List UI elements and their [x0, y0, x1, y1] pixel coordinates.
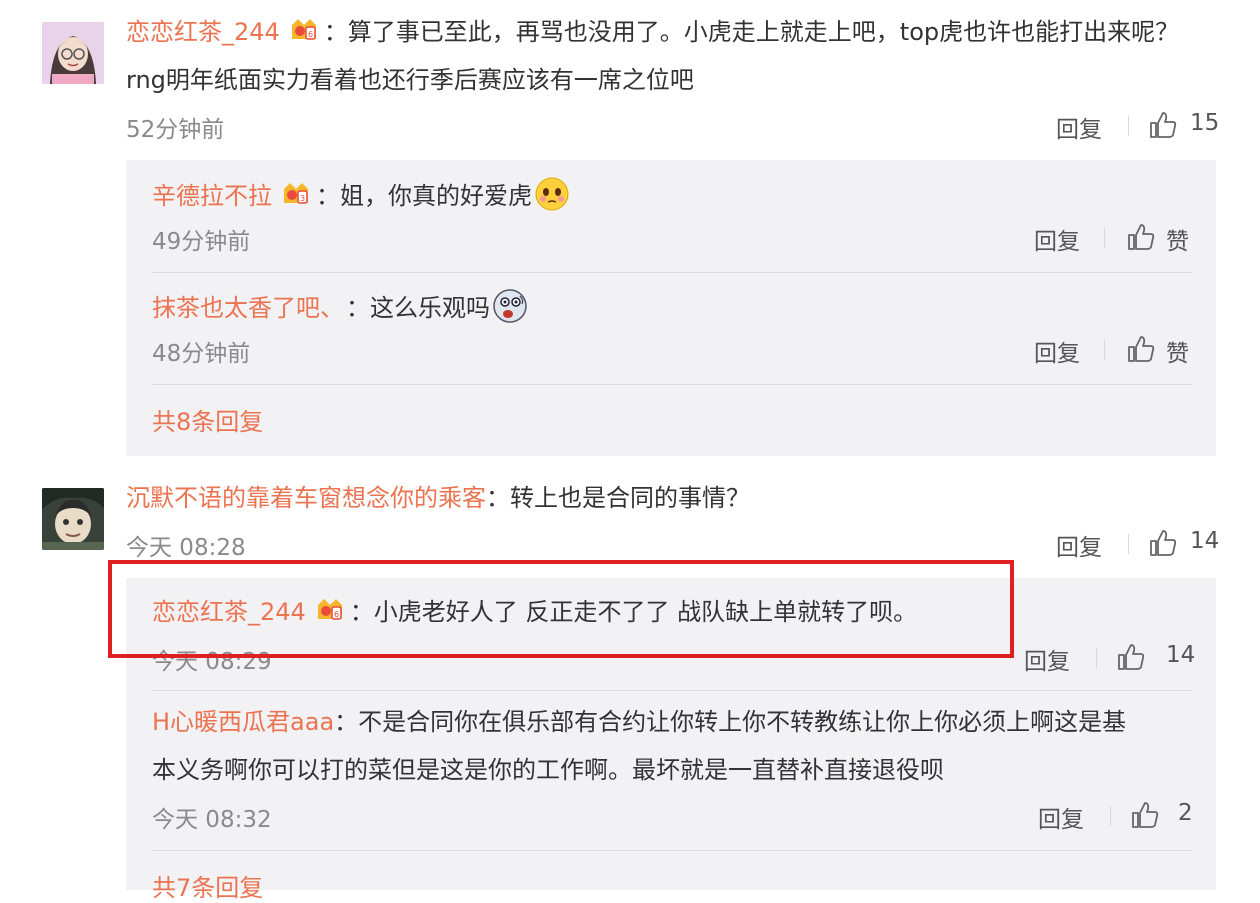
reply-timestamp: 48分钟前 [152, 341, 251, 367]
highlight-annotation [108, 560, 1014, 658]
username-link[interactable]: 恋恋红茶_244 [126, 18, 280, 46]
username-link[interactable]: 抹茶也太香了吧、 [152, 294, 332, 322]
reply-text: ：不是合同你在俱乐部有合约让你转上你不转教练让你上你必须上啊这是基 [334, 708, 1127, 736]
username-link[interactable]: 辛德拉不拉 [152, 182, 272, 210]
reply-line: H心暖西瓜君aaa：不是合同你在俱乐部有合约让你转上你不转教练让你上你必须上啊这… [152, 706, 1126, 738]
reply-text: ：姐，你真的好爱虎 [316, 182, 532, 210]
reply-divider [152, 384, 1192, 385]
thumbs-up-icon [1128, 336, 1155, 362]
like-button[interactable] [1130, 800, 1160, 830]
reply-line: 抹茶也太香了吧、 ：这么乐观吗 [152, 288, 528, 324]
reply-button[interactable]: 回复 [1038, 800, 1084, 834]
reply-button[interactable]: 回复 [1056, 528, 1102, 562]
thumbs-up-icon [1132, 802, 1159, 828]
like-count: 14 [1166, 642, 1196, 668]
like-label: 赞 [1166, 229, 1189, 255]
username-link[interactable]: 沉默不语的靠着车窗想念你的乘客 [126, 484, 486, 512]
dizzy-face-emoji-icon [492, 288, 528, 324]
reply-timestamp: 49分钟前 [152, 229, 251, 255]
reply-button[interactable]: 回复 [1056, 110, 1102, 144]
user-avatar-icon [42, 22, 104, 84]
vip-badge-icon: 3 [280, 181, 314, 209]
action-separator [1128, 116, 1129, 136]
reply-line: 辛德拉不拉 3 ：姐，你真的好爱虎 [152, 176, 570, 212]
thumbs-up-icon [1118, 644, 1145, 670]
svg-text:3: 3 [300, 194, 305, 203]
reply-text: ：这么乐观吗 [346, 294, 490, 322]
like-label: 赞 [1166, 341, 1189, 367]
like-button[interactable] [1116, 642, 1146, 672]
vip-badge-icon: 6 [288, 17, 322, 45]
like-button[interactable] [1148, 110, 1178, 140]
thumbs-up-icon [1150, 112, 1177, 138]
more-replies-link[interactable]: 共8条回复 [152, 402, 263, 437]
reply-button[interactable]: 回复 [1034, 334, 1080, 368]
user-avatar-icon [42, 488, 104, 550]
reply-divider [152, 272, 1192, 273]
reply-timestamp: 今天 08:32 [152, 807, 272, 833]
comment-line: 恋恋红茶_244 6 ：算了事已至此，再骂也没用了。小虎走上就走上吧，top虎也… [126, 16, 1179, 48]
like-count: 14 [1190, 528, 1220, 554]
comment-text: ：转上也是合同的事情？ [486, 484, 750, 512]
thumbs-up-icon [1128, 224, 1155, 250]
comment-line: 沉默不语的靠着车窗想念你的乘客：转上也是合同的事情？ [126, 482, 750, 514]
action-separator [1104, 228, 1105, 248]
svg-text:6: 6 [308, 30, 313, 39]
reply-divider [152, 690, 1192, 691]
comment-timestamp: 52分钟前 [126, 117, 225, 143]
avatar[interactable] [42, 22, 104, 84]
blush-emoji-icon [534, 176, 570, 212]
like-button[interactable] [1126, 222, 1156, 252]
reply-text-continued: 本义务啊你可以打的菜但是这是你的工作啊。最坏就是一直替补直接退役呗 [152, 756, 944, 784]
like-count: 15 [1190, 110, 1220, 136]
reply-button[interactable]: 回复 [1024, 642, 1070, 676]
action-separator [1110, 806, 1111, 826]
comment-timestamp: 今天 08:28 [126, 535, 246, 561]
action-separator [1128, 534, 1129, 554]
comment-text: ：算了事已至此，再骂也没用了。小虎走上就走上吧，top虎也许也能打出来呢？ [323, 18, 1180, 46]
avatar[interactable] [42, 488, 104, 550]
reply-divider [152, 850, 1192, 851]
username-link[interactable]: H心暖西瓜君aaa [152, 708, 334, 736]
thumbs-up-icon [1150, 530, 1177, 556]
like-button[interactable] [1148, 528, 1178, 558]
like-button[interactable] [1126, 334, 1156, 364]
like-count: 2 [1178, 800, 1193, 826]
action-separator [1104, 340, 1105, 360]
more-replies-link[interactable]: 共7条回复 [152, 868, 263, 903]
action-separator [1096, 648, 1097, 668]
comment-text-continued: rng明年纸面实力看着也还行季后赛应该有一席之位吧 [126, 66, 694, 94]
reply-button[interactable]: 回复 [1034, 222, 1080, 256]
